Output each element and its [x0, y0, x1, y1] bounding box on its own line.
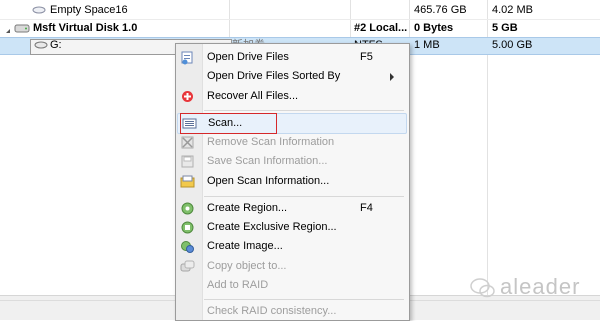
disk-icon — [14, 22, 30, 34]
row-name: Msft Virtual Disk 1.0 — [33, 22, 138, 34]
collapse-icon[interactable] — [3, 25, 11, 33]
row-size: 465.76 GB — [414, 4, 467, 16]
menu-item-open-drive-files[interactable]: Open Drive Files F5 — [176, 48, 409, 67]
menu-item-label: Save Scan Information... — [207, 155, 328, 167]
menu-separator — [204, 299, 404, 300]
menu-separator — [204, 196, 404, 197]
drive-icon — [34, 39, 48, 51]
submenu-arrow-icon — [390, 73, 394, 81]
menu-item-save-scan-info[interactable]: Save Scan Information... — [176, 152, 409, 171]
exclusive-region-icon — [180, 220, 195, 235]
menu-separator — [204, 110, 404, 111]
menu-item-recover-all-files[interactable]: Recover All Files... — [176, 87, 409, 106]
watermark-text: aleader — [500, 274, 581, 299]
context-menu: Open Drive Files F5 Open Drive Files Sor… — [175, 43, 410, 321]
menu-item-label: Copy object to... — [207, 260, 287, 272]
copy-icon — [180, 259, 195, 274]
list-row-virtual-disk[interactable]: Msft Virtual Disk 1.0 #2 Local... 0 Byte… — [0, 20, 600, 37]
menu-item-label: Open Scan Information... — [207, 175, 330, 187]
row-size: 0 Bytes — [414, 22, 454, 34]
menu-item-shortcut: F4 — [360, 202, 373, 214]
menu-item-label: Create Exclusive Region... — [207, 221, 337, 233]
menu-item-create-exclusive-region[interactable]: Create Exclusive Region... — [176, 218, 409, 237]
recover-icon — [180, 89, 195, 104]
remove-scan-icon — [180, 135, 195, 150]
wechat-logo-icon — [470, 276, 496, 300]
row-offset: 5 GB — [492, 22, 518, 34]
menu-item-label: Create Region... — [207, 202, 288, 214]
menu-item-check-raid-consistency[interactable]: Check RAID consistency... — [176, 302, 409, 321]
row-size: 1 MB — [414, 39, 440, 51]
menu-item-remove-scan-info[interactable]: Remove Scan Information — [176, 133, 409, 152]
list-row-empty-space[interactable]: Empty Space16 465.76 GB 4.02 MB — [0, 2, 600, 19]
menu-item-copy-object[interactable]: Copy object to... — [176, 257, 409, 276]
menu-item-label: Open Drive Files Sorted By — [207, 70, 341, 82]
row-offset: 4.02 MB — [492, 4, 533, 16]
menu-item-label: Remove Scan Information — [207, 136, 335, 148]
region-icon — [180, 201, 195, 216]
row-name: G: — [50, 39, 62, 51]
menu-item-label: Recover All Files... — [207, 90, 299, 102]
menu-item-label: Open Drive Files — [207, 51, 289, 63]
menu-item-open-scan-info[interactable]: Open Scan Information... — [176, 172, 409, 191]
watermark: aleader — [470, 274, 600, 304]
row-offset: 5.00 GB — [492, 39, 533, 51]
row-location: #2 Local... — [354, 22, 408, 34]
image-icon — [180, 239, 195, 254]
save-scan-icon — [180, 154, 195, 169]
annotation-highlight-box — [180, 113, 277, 134]
folder-files-icon — [180, 50, 195, 65]
menu-item-shortcut: F5 — [360, 51, 373, 63]
menu-item-create-region[interactable]: Create Region... F4 — [176, 199, 409, 218]
menu-item-label: Check RAID consistency... — [207, 305, 337, 317]
drive-icon — [32, 4, 46, 16]
menu-item-create-image[interactable]: Create Image... — [176, 237, 409, 256]
row-name: Empty Space16 — [50, 4, 128, 16]
open-scan-icon — [180, 174, 195, 189]
menu-item-label: Create Image... — [207, 240, 283, 252]
menu-item-label: Add to RAID — [207, 279, 269, 291]
menu-item-open-drive-files-sorted[interactable]: Open Drive Files Sorted By — [176, 67, 409, 86]
menu-item-add-to-raid[interactable]: Add to RAID — [176, 276, 409, 295]
